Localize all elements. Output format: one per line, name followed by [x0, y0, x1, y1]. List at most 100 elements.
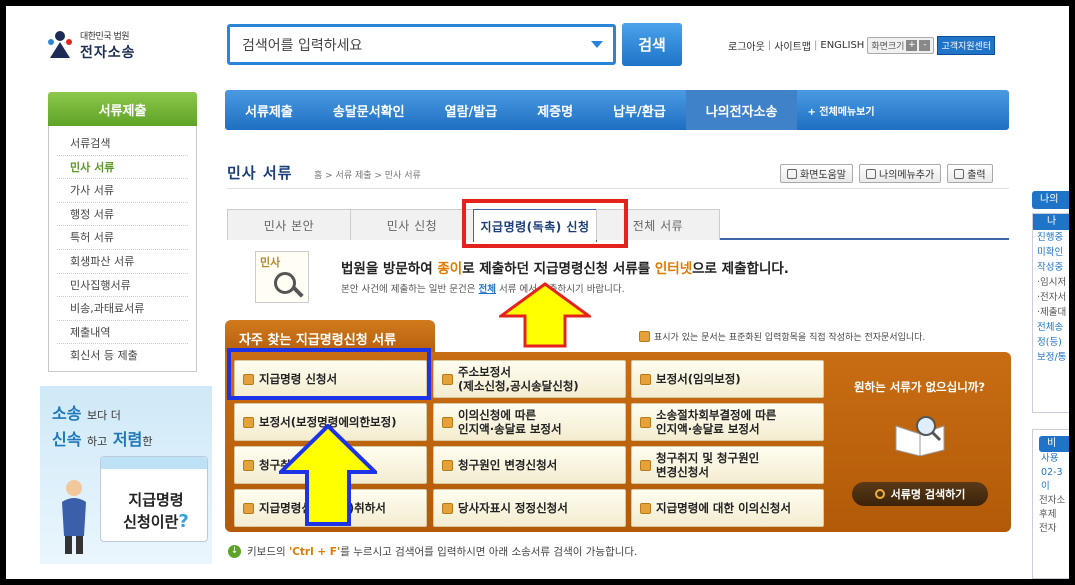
font-plus-button[interactable]: +: [906, 40, 918, 51]
civil-icon-label: 민사: [260, 256, 281, 269]
secondary-line[interactable]: 전자소: [1033, 494, 1069, 508]
doc-voluntary-correction[interactable]: 보정서(임의보정): [631, 360, 824, 398]
sidebar-item-bankruptcy[interactable]: 회생파산 서류: [57, 250, 188, 274]
sidebar-item-civil-execution[interactable]: 민사집행서류: [57, 274, 188, 298]
add-my-menu-button[interactable]: 나의메뉴추가: [859, 164, 942, 183]
breadcrumb: 홈 > 서류 제출 > 민사 서류: [314, 171, 421, 181]
intro-text-3: 으로 제출합니다.: [692, 261, 789, 277]
status-line[interactable]: 전체송: [1033, 320, 1069, 335]
chevron-down-icon[interactable]: [591, 41, 603, 48]
status-line[interactable]: ·전자서: [1033, 290, 1069, 305]
doc-label: 청구원인 변경신청서: [458, 458, 558, 472]
sitemap-link[interactable]: 사이트맵: [774, 38, 811, 53]
secondary-line: 이: [1041, 481, 1050, 492]
doc-referral-stamp-correction[interactable]: 소송절차회부결정에 따른 인지액·송달료 보정서: [631, 403, 824, 441]
tab-civil-application[interactable]: 민사 신청: [350, 209, 474, 240]
hint-key: 'Ctrl + F': [288, 546, 341, 558]
banner-word-and: 하고: [87, 435, 108, 448]
logo-subtitle: 대한민국 법원: [80, 31, 130, 42]
sidebar-item-submission-history[interactable]: 제출내역: [57, 321, 188, 345]
nav-payment-refund[interactable]: 납부/환급: [593, 90, 686, 130]
nav-my-lawsuit[interactable]: 나의전자소송: [685, 90, 798, 130]
status-line[interactable]: 작성중: [1033, 260, 1069, 275]
e-document-icon: [243, 416, 254, 428]
intro-highlight-paper: 종이: [437, 261, 463, 277]
intro-sub-1: 본안 사건에 제출하는 일반 문건은: [341, 284, 479, 295]
hint-text-2: 를 누르시고 검색어를 입력하시면 아래 소송서류 검색이 가능합니다.: [340, 546, 638, 558]
hint-text-1: 키보드의: [247, 546, 289, 558]
doc-label: 이의신청에 따른 인지액·송달료 보정서: [458, 408, 562, 436]
doc-address-correction[interactable]: 주소보정서 (제소신청,공시송달신청): [433, 360, 626, 398]
customer-center-button[interactable]: 고객지원센터: [937, 36, 996, 55]
status-line[interactable]: ·제출대: [1033, 305, 1069, 320]
status-line[interactable]: 보정/통: [1033, 350, 1069, 365]
browser-viewport: 대한민국 법원 전자소송 검색어를 입력하세요 검색 로그아웃 | 사이트맵 |…: [6, 6, 1069, 579]
secondary-line[interactable]: 후제: [1033, 508, 1069, 522]
main-navigation: 서류제출 송달문서확인 열람/발급 제증명 납부/환급 나의전자소송 + 전체메…: [225, 90, 1009, 130]
logo-title: 전자소송: [80, 44, 136, 61]
font-size-label: 화면크기: [871, 42, 905, 52]
add-my-menu-label: 나의메뉴추가: [879, 170, 935, 181]
banner-word-cheap: 저렴: [112, 430, 143, 449]
nav-document-submit[interactable]: 서류제출: [225, 90, 313, 130]
e-document-icon: [442, 459, 453, 471]
all-documents-link[interactable]: 전체: [478, 284, 495, 295]
doc-objection-stamp-correction[interactable]: 이의신청에 따른 인지액·송달료 보정서: [433, 403, 626, 441]
status-line[interactable]: 정(등): [1033, 335, 1069, 350]
banner-title-line1: 지급명령: [128, 491, 184, 509]
doc-payment-order-objection[interactable]: 지급명령에 대한 이의신청서: [631, 489, 824, 527]
secondary-line: 02-3: [1041, 467, 1063, 478]
intro-highlight-internet: 인터넷: [654, 261, 693, 277]
blue-highlight-box: [227, 348, 431, 400]
arrow-down-icon: ↓: [228, 545, 241, 558]
banner-word-suffix: 한: [142, 435, 153, 448]
status-line[interactable]: 미확인: [1033, 245, 1069, 260]
logout-link[interactable]: 로그아웃: [728, 38, 765, 53]
help-button[interactable]: 화면도움말: [780, 164, 853, 183]
sidebar-item-non-contentious[interactable]: 비송,과태료서류: [57, 297, 188, 321]
search-button[interactable]: 검색: [622, 23, 682, 66]
print-button[interactable]: 출력: [947, 164, 993, 183]
sidebar-item-reply-submit[interactable]: 회신서 등 제출: [57, 344, 188, 368]
search-placeholder: 검색어를 입력하세요: [242, 37, 363, 54]
e-document-icon: [442, 373, 453, 385]
e-document-icon: [640, 459, 651, 471]
english-link[interactable]: ENGLISH: [820, 40, 864, 51]
banner-question-mark: ?: [178, 511, 189, 532]
doc-claim-purpose-cause-change[interactable]: 청구취지 및 청구원인 변경신청서: [631, 446, 824, 484]
e-document-icon: [243, 502, 254, 514]
nav-delivery-check[interactable]: 송달문서확인: [313, 90, 425, 130]
banner-word-lawsuit: 소송: [52, 404, 82, 423]
banner-word-more: 보다 더: [87, 409, 121, 422]
font-minus-button[interactable]: -: [919, 40, 931, 51]
logo[interactable]: 대한민국 법원 전자소송: [44, 28, 136, 62]
sidebar-item-civil[interactable]: 민사 서류: [57, 156, 188, 180]
red-highlight-box: [462, 199, 628, 248]
doc-party-correction[interactable]: 당사자표시 정정신청서: [433, 489, 626, 527]
sidebar-item-family[interactable]: 가사 서류: [57, 179, 188, 203]
search-document-name-button[interactable]: 서류명 검색하기: [852, 482, 988, 506]
sidebar-item-document-search[interactable]: 서류검색: [57, 132, 188, 156]
search-input[interactable]: 검색어를 입력하세요: [227, 24, 616, 65]
status-line[interactable]: ·임시저: [1033, 275, 1069, 290]
status-line[interactable]: 진행중: [1033, 230, 1069, 245]
nav-view-issue[interactable]: 열람/발급: [425, 90, 518, 130]
yellow-arrow-annotation-1: [499, 282, 591, 348]
bookmark-icon: [866, 168, 876, 179]
doc-label: 보정서(임의보정): [656, 372, 741, 386]
payment-order-banner[interactable]: 소송 보다 더 신속 하고 저렴한 지급명령 신청이란?: [40, 386, 212, 564]
banner-word-fast: 신속: [52, 430, 82, 449]
nav-all-menu[interactable]: + 전체메뉴보기: [797, 90, 894, 130]
tab-civil-main[interactable]: 민사 본안: [227, 209, 351, 240]
no-document-question: 원하는 서류가 없으십니까?: [853, 380, 986, 394]
my-tab[interactable]: 나의: [1032, 191, 1069, 209]
frequent-note-text: 표시가 있는 문서는 표준화된 입력항목을 직접 작성하는 전자문서입니다.: [654, 333, 926, 343]
right-quick-panel: 나의 나 진행중 미확인 작성중 ·임시저 ·전자서 ·제출대 전체송 정(등)…: [1028, 191, 1069, 579]
secondary-line[interactable]: 전자: [1033, 522, 1069, 536]
magnifier-icon: [274, 272, 296, 294]
sidebar-item-administrative[interactable]: 행정 서류: [57, 203, 188, 227]
nav-certificate[interactable]: 제증명: [517, 90, 593, 130]
page-title: 민사 서류: [227, 164, 293, 182]
sidebar-item-patent[interactable]: 특허 서류: [57, 226, 188, 250]
doc-claim-cause-change[interactable]: 청구원인 변경신청서: [433, 446, 626, 484]
